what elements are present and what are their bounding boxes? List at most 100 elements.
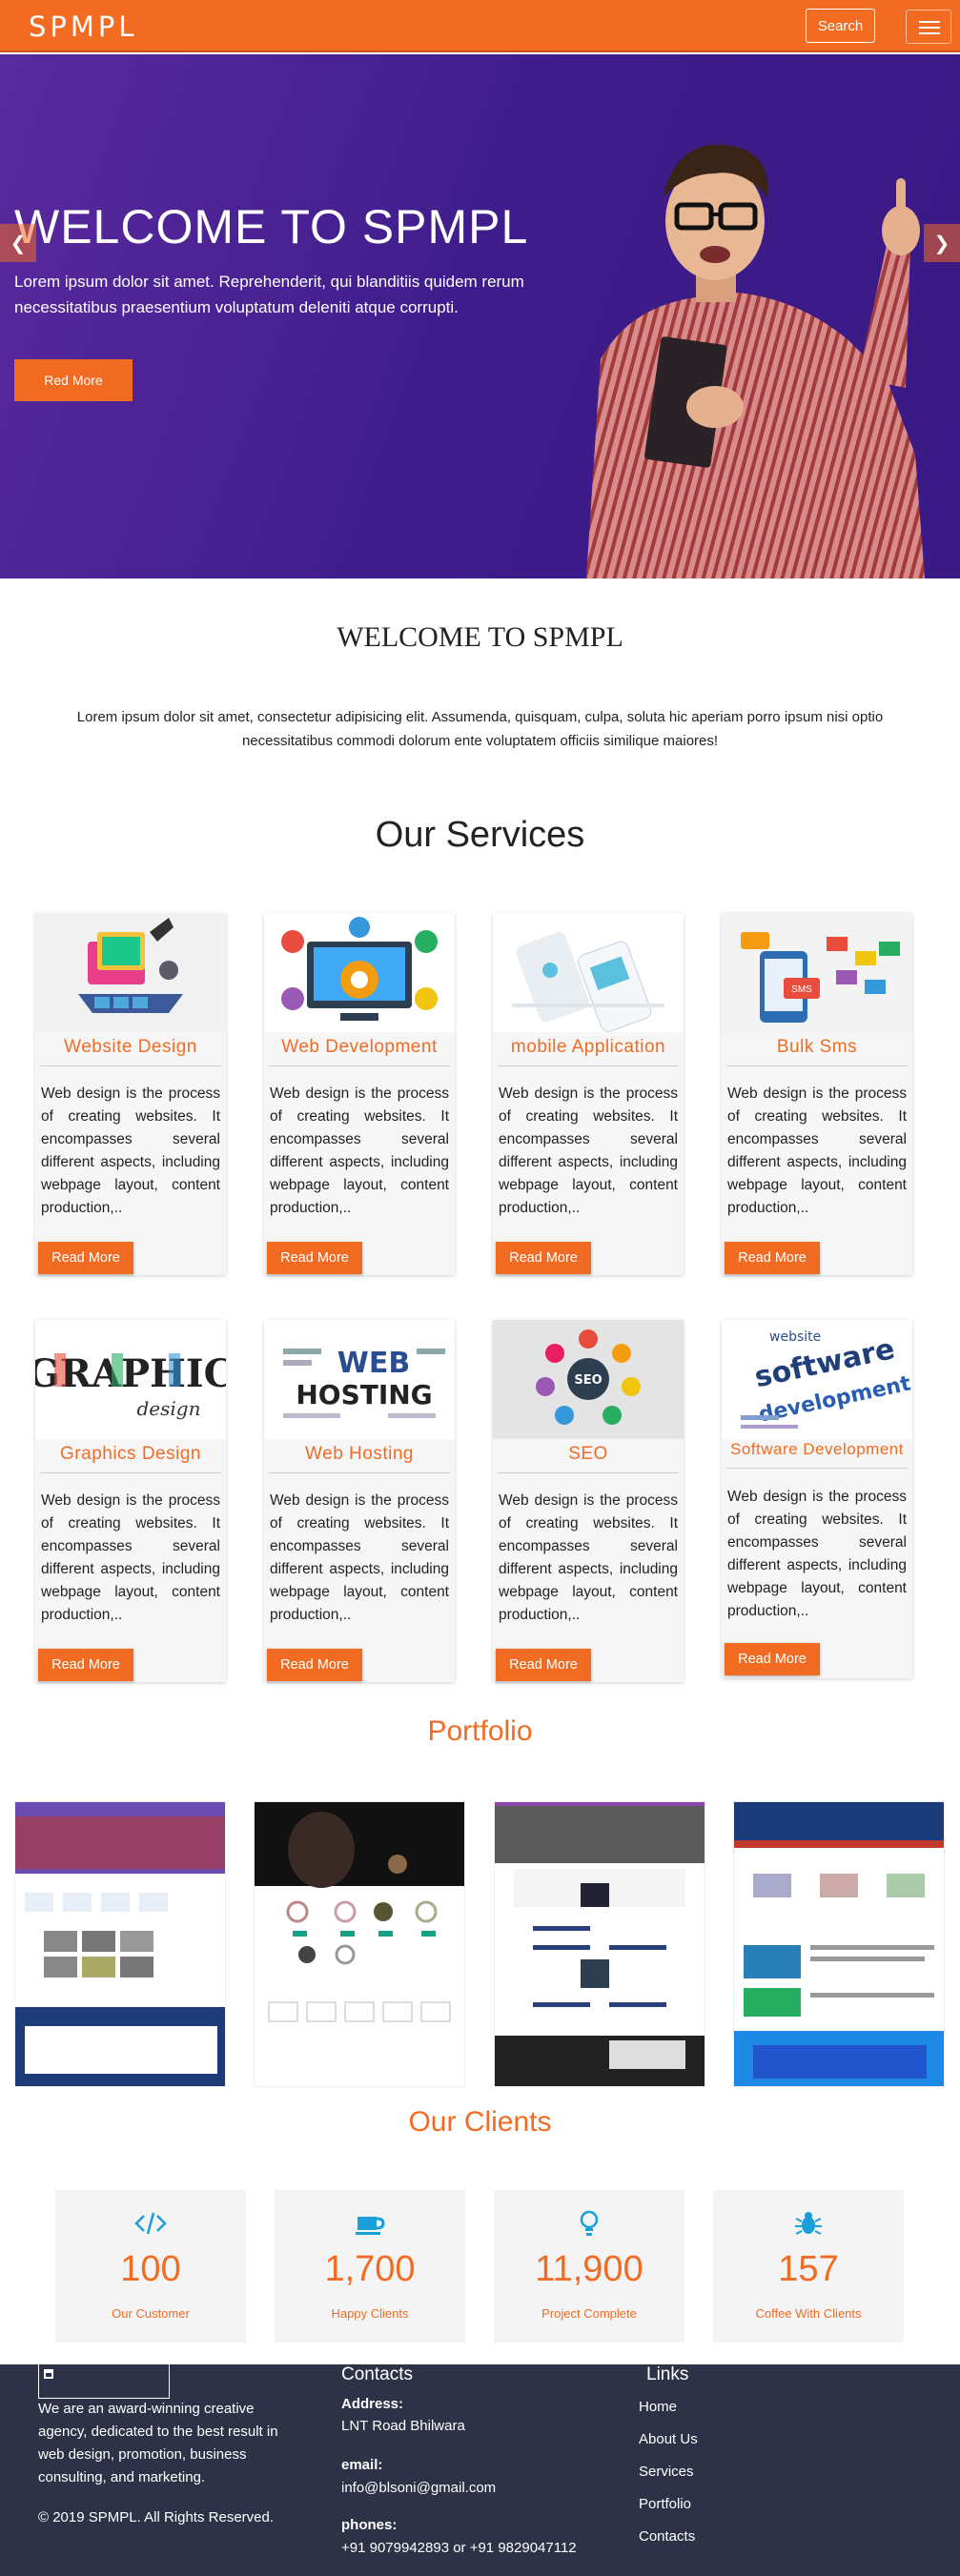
- email-link[interactable]: info@blsoni@gmail.com: [341, 2480, 496, 2496]
- seo-image: SEO: [493, 1320, 684, 1439]
- stat-project-complete: 11,900 Project Complete: [494, 2190, 684, 2343]
- stat-label: Our Customer: [112, 2306, 190, 2321]
- welcome-text: Lorem ipsum dolor sit amet, consectetur …: [76, 709, 884, 749]
- read-more-button[interactable]: Read More: [267, 1649, 362, 1681]
- service-description: Web design is the process of creating we…: [270, 1492, 449, 1623]
- hero-text: Lorem ipsum dolor sit amet. Reprehenderi…: [14, 273, 524, 316]
- service-title: Web Hosting: [305, 1444, 414, 1464]
- phones-value[interactable]: +91 9079942893 or +91 9829047112: [341, 2540, 577, 2556]
- services-title: Our Services: [375, 815, 585, 855]
- portfolio-item-4[interactable]: [733, 1801, 945, 2087]
- mobile-application-image: [493, 913, 684, 1032]
- service-title: Graphics Design: [60, 1444, 201, 1464]
- brand-logo[interactable]: SPMPL: [29, 10, 138, 43]
- service-description: Web design is the process of creating we…: [41, 1492, 220, 1623]
- navbar: SPMPL Search: [0, 0, 960, 52]
- graphics-design-image: GRAPHIC design: [28, 1320, 234, 1439]
- stat-label: Project Complete: [541, 2306, 637, 2321]
- service-card-software-development: website software development Software De…: [722, 1320, 913, 1678]
- bug-icon: [713, 2209, 904, 2238]
- service-description: Web design is the process of creating we…: [41, 1085, 220, 1216]
- service-description: Web design is the process of creating we…: [499, 1492, 678, 1623]
- read-more-button[interactable]: Read More: [496, 1242, 591, 1274]
- hero-carousel: WELCOME TO SPMPL Lorem ipsum dolor sit a…: [0, 54, 960, 578]
- service-card-bulk-sms: SMS Bulk Sms Web design is the process o…: [722, 913, 912, 1275]
- hero-person-image: [586, 144, 925, 578]
- footer-link-about-us[interactable]: About Us: [639, 2431, 698, 2447]
- welcome-title: WELCOME TO SPMPL: [337, 621, 623, 653]
- svg-text:SMS: SMS: [791, 984, 812, 995]
- read-more-button[interactable]: Read More: [496, 1649, 591, 1681]
- svg-text:HOSTING: HOSTING: [296, 1379, 432, 1410]
- service-title: Web Development: [281, 1037, 438, 1057]
- svg-text:design: design: [137, 1397, 201, 1420]
- phones-label: phones:: [341, 2517, 398, 2533]
- read-more-button[interactable]: Read More: [267, 1242, 362, 1274]
- contacts-heading: Contacts: [341, 2364, 413, 2384]
- footer-copyright: © 2019 SPMPL. All Rights Reserved.: [38, 2509, 275, 2525]
- service-title: mobile Application: [510, 1037, 666, 1057]
- service-description: Web design is the process of creating we…: [499, 1085, 678, 1216]
- software-development-image: website software development: [722, 1320, 913, 1439]
- service-title: Bulk Sms: [776, 1037, 858, 1057]
- clients-title: Our Clients: [408, 2106, 552, 2138]
- stat-label: Happy Clients: [331, 2306, 409, 2321]
- service-description: Web design is the process of creating we…: [727, 1085, 907, 1216]
- stat-value: 11,900: [535, 2249, 643, 2289]
- service-description: Web design is the process of creating we…: [727, 1489, 907, 1619]
- coffee-icon: [275, 2209, 465, 2238]
- stat-value: 100: [120, 2249, 181, 2289]
- read-more-button[interactable]: Read More: [38, 1242, 133, 1274]
- stat-our-customer: 100 Our Customer: [55, 2190, 246, 2343]
- portfolio-item-3[interactable]: [494, 1801, 705, 2087]
- read-more-button[interactable]: Read More: [725, 1242, 820, 1274]
- lightbulb-icon: [494, 2209, 684, 2238]
- footer-about-text: We are an award-winning creative agency,…: [38, 2401, 278, 2485]
- svg-text:WEB: WEB: [337, 1347, 410, 1380]
- service-card-seo: SEO SEO Web design is the process of cre…: [493, 1320, 684, 1682]
- svg-text:website: website: [769, 1329, 821, 1345]
- read-more-button[interactable]: Read More: [38, 1649, 133, 1681]
- carousel-prev-button[interactable]: ❮: [0, 224, 36, 262]
- portfolio-item-2[interactable]: [254, 1801, 465, 2087]
- service-title: SEO: [568, 1444, 608, 1464]
- portfolio-title: Portfolio: [427, 1715, 533, 1747]
- hero-title: WELCOME TO SPMPL: [14, 200, 529, 254]
- svg-text:SEO: SEO: [574, 1373, 602, 1388]
- bulk-sms-image: SMS: [722, 913, 912, 1032]
- stat-coffee-with-clients: 157 Coffee With Clients: [713, 2190, 904, 2343]
- menu-toggle-button[interactable]: [906, 10, 951, 44]
- links-heading: Links: [646, 2364, 689, 2384]
- footer-link-portfolio[interactable]: Portfolio: [639, 2496, 691, 2512]
- read-more-button[interactable]: Read More: [725, 1643, 820, 1675]
- hero-read-more-button[interactable]: Red More: [14, 359, 133, 401]
- web-hosting-image: WEB HOSTING: [264, 1320, 455, 1439]
- service-card-web-development: Web Development Web design is the proces…: [264, 913, 455, 1275]
- footer-link-home[interactable]: Home: [639, 2399, 677, 2415]
- stat-value: 157: [778, 2249, 839, 2289]
- service-card-web-hosting: WEB HOSTING Web Hosting Web design is th…: [264, 1320, 455, 1682]
- service-card-website-design: Website Design Web design is the process…: [35, 913, 226, 1275]
- hamburger-icon: [919, 21, 940, 23]
- search-button[interactable]: Search: [806, 9, 875, 43]
- service-description: Web design is the process of creating we…: [270, 1085, 449, 1216]
- footer-link-contacts[interactable]: Contacts: [639, 2528, 695, 2545]
- service-card-mobile-application: mobile Application Web design is the pro…: [493, 913, 684, 1275]
- code-icon: [55, 2209, 246, 2238]
- email-label: email:: [341, 2457, 383, 2473]
- stat-value: 1,700: [324, 2249, 416, 2289]
- footer-link-services[interactable]: Services: [639, 2464, 694, 2480]
- service-card-graphics-design: GRAPHIC design Graphics Design Web desig…: [28, 1320, 234, 1682]
- portfolio-item-1[interactable]: [14, 1801, 226, 2087]
- stat-label: Coffee With Clients: [755, 2306, 862, 2321]
- web-development-image: [264, 913, 455, 1032]
- service-title: Website Design: [64, 1037, 197, 1057]
- broken-image-icon: [44, 2369, 53, 2379]
- website-design-image: [35, 913, 226, 1032]
- chevron-left-icon: ❮: [10, 233, 27, 254]
- footer: We are an award-winning creative agency,…: [0, 2364, 960, 2576]
- address-value: LNT Road Bhilwara: [341, 2418, 465, 2434]
- service-title: Software Development: [730, 1440, 904, 1458]
- footer-logo: [38, 2364, 170, 2399]
- address-label: Address:: [341, 2396, 404, 2412]
